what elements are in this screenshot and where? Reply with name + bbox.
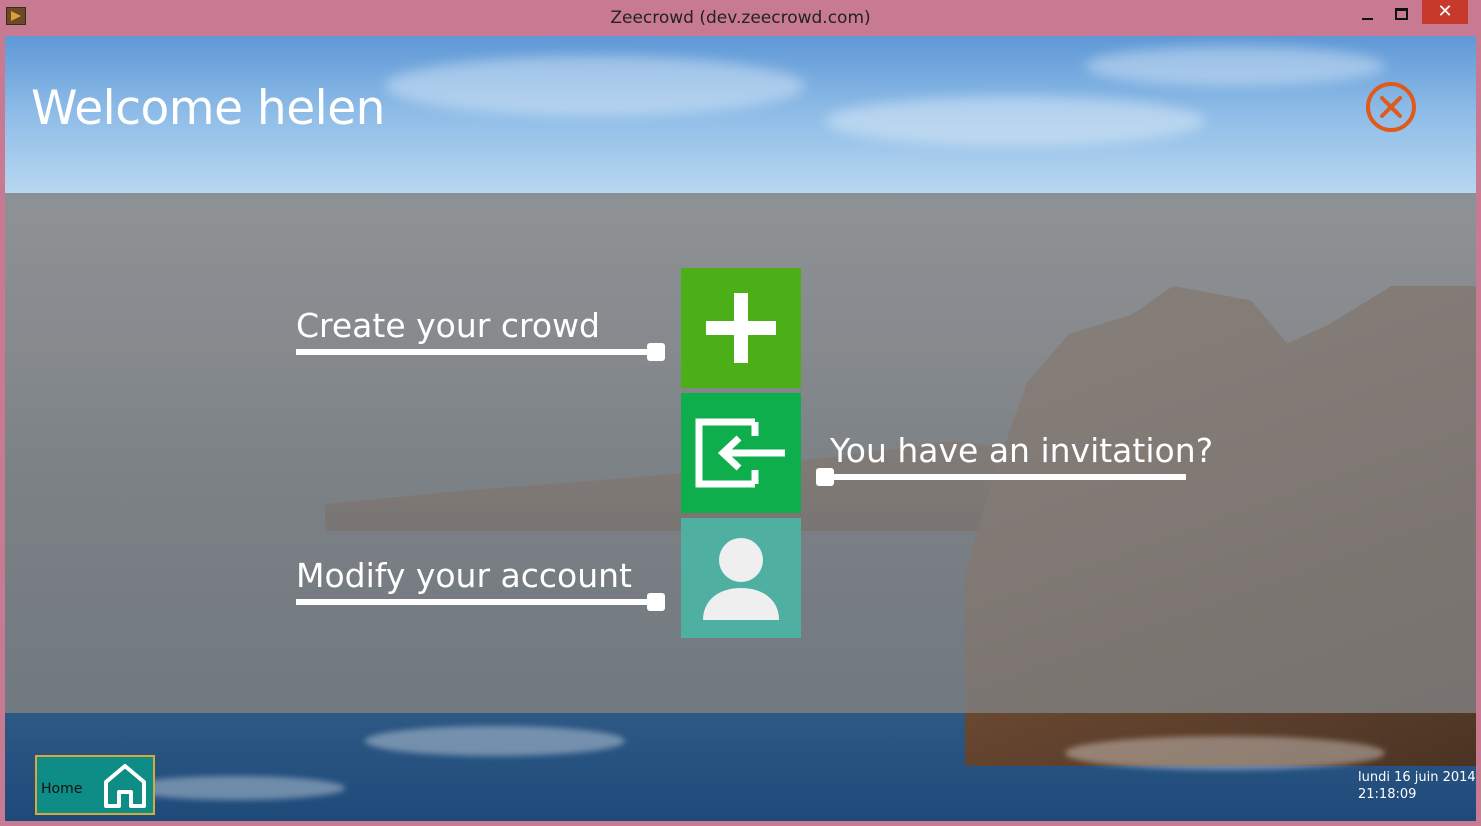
window-titlebar[interactable]: Zeecrowd (dev.zeecrowd.com) ✕ [0,0,1481,36]
window-close-button[interactable]: ✕ [1422,0,1468,24]
date-text: lundi 16 juin 2014 [1358,770,1476,785]
header: Welcome helen [5,36,1476,193]
window-title: Zeecrowd (dev.zeecrowd.com) [610,8,871,28]
close-icon: ✕ [1437,1,1453,22]
modify-account-line [296,599,661,605]
app-client-area: Welcome helen Create your crowd You have… [5,36,1476,821]
background-surf [125,776,345,800]
page-title: Welcome helen [31,81,385,136]
create-crowd-label[interactable]: Create your crowd [296,306,600,345]
close-app-button[interactable] [1366,82,1416,132]
invitation-label[interactable]: You have an invitation? [830,431,1213,470]
enter-icon [695,418,785,488]
background-surf [365,726,625,756]
background-surf [1065,736,1385,770]
home-label: Home [41,781,83,797]
create-crowd-connector [647,343,665,361]
invitation-line [816,474,1186,480]
modify-account-label[interactable]: Modify your account [296,556,632,595]
maximize-button[interactable] [1387,0,1415,28]
user-icon [703,538,779,620]
modify-account-connector [647,593,665,611]
plus-icon [706,293,776,363]
invitation-button[interactable] [681,393,801,513]
close-circle-icon [1380,96,1402,118]
home-icon [104,764,146,808]
create-crowd-line [296,349,661,355]
minimize-icon [1361,18,1373,20]
create-crowd-button[interactable] [681,268,801,388]
home-button[interactable]: Home [35,755,155,815]
time-text: 21:18:09 [1358,787,1417,802]
maximize-icon [1394,8,1408,20]
datetime: lundi 16 juin 2014 21:18:09 [1358,769,1476,803]
minimize-button[interactable] [1354,0,1380,28]
modify-account-button[interactable] [681,518,801,638]
